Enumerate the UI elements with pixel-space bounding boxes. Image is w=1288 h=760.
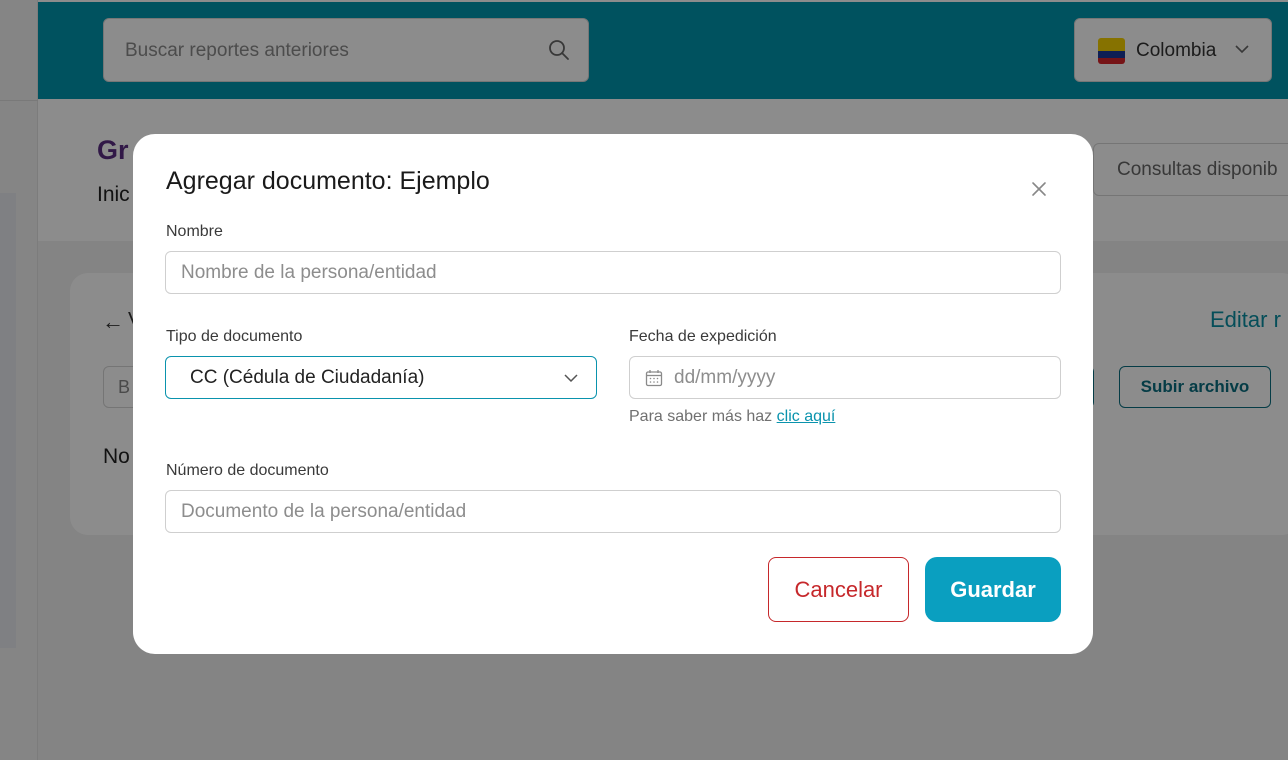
doc-number-label: Número de documento <box>166 462 329 479</box>
doc-type-select[interactable]: CC (Cédula de Ciudadanía) <box>165 356 597 399</box>
cancel-button[interactable]: Cancelar <box>768 557 909 622</box>
help-text: Para saber más haz clic aquí <box>629 408 835 426</box>
name-input[interactable] <box>165 251 1061 294</box>
save-button[interactable]: Guardar <box>925 557 1061 622</box>
issue-date-placeholder: dd/mm/yyyy <box>674 367 776 388</box>
issue-date-input[interactable]: dd/mm/yyyy <box>629 356 1061 399</box>
close-icon <box>1032 182 1046 196</box>
help-text-prefix: Para saber más haz <box>629 408 773 425</box>
chevron-down-icon <box>564 374 578 383</box>
doc-number-input[interactable] <box>165 490 1061 533</box>
calendar-icon <box>645 370 663 387</box>
doc-type-label: Tipo de documento <box>166 328 303 345</box>
close-button[interactable] <box>1027 177 1051 201</box>
modal-title: Agregar documento: Ejemplo <box>166 167 490 195</box>
add-document-modal: Agregar documento: Ejemplo Nombre Tipo d… <box>133 134 1093 654</box>
help-link[interactable]: clic aquí <box>777 408 836 425</box>
name-label: Nombre <box>166 223 223 240</box>
doc-type-value: CC (Cédula de Ciudadanía) <box>190 367 425 388</box>
issue-date-label: Fecha de expedición <box>629 328 777 345</box>
